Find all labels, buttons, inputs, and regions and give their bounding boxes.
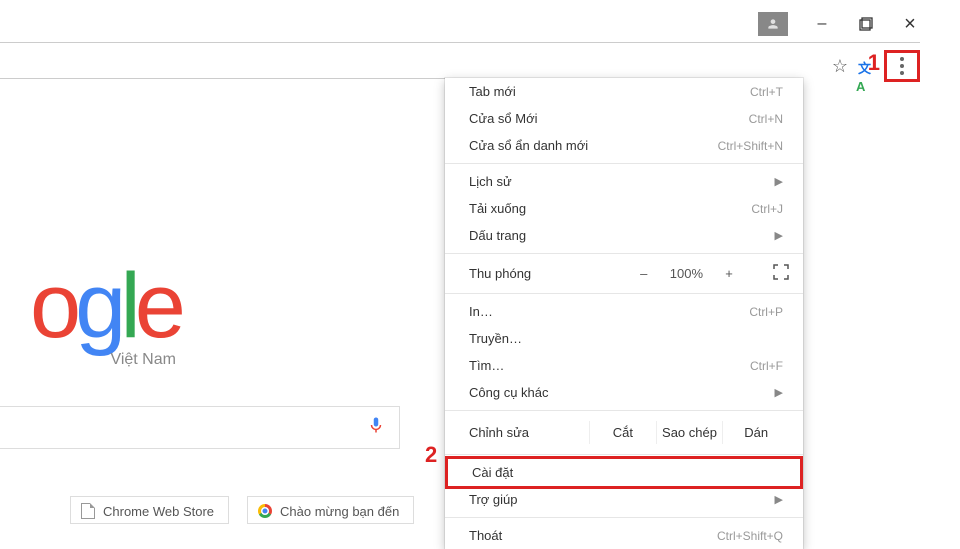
maximize-button[interactable] [856,14,876,34]
voice-search-icon[interactable] [367,413,385,442]
menu-incognito[interactable]: Cửa sổ ẩn danh mới Ctrl+Shift+N [445,132,803,159]
chevron-right-icon: ▶ [775,229,783,242]
google-region-label: Việt Nam [110,352,176,368]
close-button[interactable]: × [900,14,920,34]
menu-separator [445,163,803,164]
tabstrip-border [0,42,920,43]
file-icon [81,503,95,519]
chevron-right-icon: ▶ [775,493,783,506]
zoom-value: 100% [670,266,703,281]
chrome-icon [258,504,272,518]
search-input[interactable] [0,406,400,449]
menu-separator [445,410,803,411]
chevron-right-icon: ▶ [775,175,783,188]
menu-separator [445,454,803,455]
chrome-main-menu: Tab mới Ctrl+T Cửa sổ Mới Ctrl+N Cửa sổ … [445,78,803,549]
bookmark-chrome-web-store[interactable]: Chrome Web Store [70,496,229,524]
google-logo: ogle Việt Nam [30,260,180,352]
more-menu-button[interactable] [900,57,904,75]
menu-edit: Chỉnh sửa Cắt Sao chép Dán [445,415,803,450]
annotation-number-2: 2 [425,442,437,468]
menu-zoom: Thu phóng – 100% + [445,258,803,289]
edit-copy-button[interactable]: Sao chép [656,421,723,444]
menu-print[interactable]: In… Ctrl+P [445,298,803,325]
edit-cut-button[interactable]: Cắt [589,421,656,444]
minimize-button[interactable]: – [812,14,832,34]
menu-separator [445,293,803,294]
menu-bookmarks[interactable]: Dấu trang ▶ [445,222,803,249]
menu-history[interactable]: Lịch sử ▶ [445,168,803,195]
bookmark-star-icon[interactable]: ☆ [832,56,848,77]
fullscreen-icon[interactable] [773,264,789,283]
menu-find[interactable]: Tìm… Ctrl+F [445,352,803,379]
menu-more-tools[interactable]: Công cụ khác ▶ [445,379,803,406]
zoom-in-button[interactable]: + [723,266,735,281]
menu-separator [445,253,803,254]
edit-paste-button[interactable]: Dán [722,421,789,444]
profile-avatar[interactable] [758,12,788,36]
menu-new-window[interactable]: Cửa sổ Mới Ctrl+N [445,105,803,132]
zoom-label: Thu phóng [469,266,638,281]
bookmark-label: Chrome Web Store [103,504,214,519]
bookmark-welcome[interactable]: Chào mừng bạn đến [247,496,414,524]
menu-cast[interactable]: Truyền… [445,325,803,352]
edit-label: Chỉnh sửa [469,425,589,440]
urlbar-border [0,78,445,79]
menu-exit[interactable]: Thoát Ctrl+Shift+Q [445,522,803,549]
menu-help[interactable]: Trợ giúp ▶ [445,486,803,513]
chevron-right-icon: ▶ [775,386,783,399]
bookmark-label: Chào mừng bạn đến [280,504,399,519]
annotation-number-1: 1 [868,50,880,76]
bookmark-bar: Chrome Web Store Chào mừng bạn đến [70,496,414,524]
window-titlebar: – × [758,12,920,36]
menu-downloads[interactable]: Tải xuống Ctrl+J [445,195,803,222]
annotation-box-1 [884,50,920,82]
menu-new-tab[interactable]: Tab mới Ctrl+T [445,78,803,105]
menu-separator [445,517,803,518]
zoom-out-button[interactable]: – [638,266,650,281]
menu-settings[interactable]: Cài đặt [445,456,803,489]
